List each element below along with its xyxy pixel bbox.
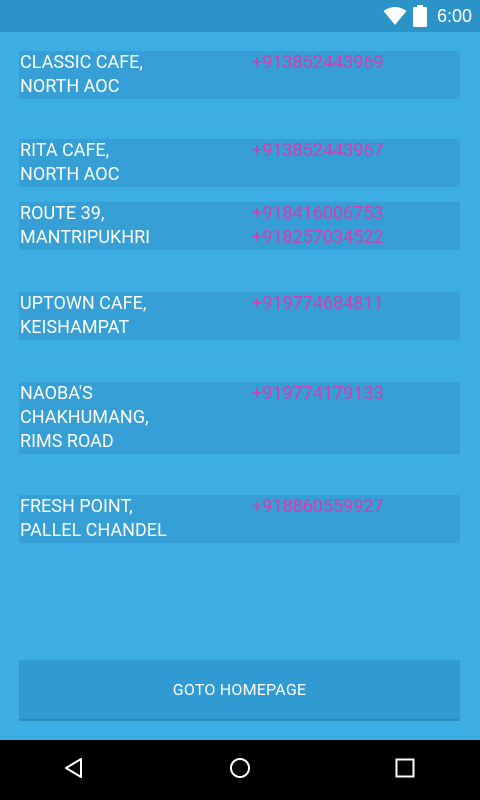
phone-number[interactable]: +918257034522 [252, 226, 452, 250]
cafe-name: CLASSIC CAFE, NORTH AOC [20, 52, 143, 97]
back-button[interactable] [54, 750, 94, 790]
cafe-row: FRESH POINT, PALLEL CHANDEL +91886055992… [19, 495, 460, 543]
cafe-row: CLASSIC CAFE, NORTH AOC +913852443969 [19, 51, 460, 99]
cafe-row: ROUTE 39, MANTRIPUKHRI +918416006753 +91… [19, 202, 460, 250]
phone-list: +913852443969 [252, 51, 452, 75]
recents-icon [393, 756, 417, 784]
phone-number[interactable]: +919774684811 [252, 292, 452, 316]
cafe-name: RITA CAFE, NORTH AOC [20, 140, 120, 185]
back-icon [62, 756, 86, 784]
phone-list: +913852443967 [252, 139, 452, 163]
home-icon [228, 756, 252, 784]
cafe-name: FRESH POINT, PALLEL CHANDEL [20, 496, 167, 541]
wifi-icon [383, 6, 407, 26]
status-icons: 6:00 [383, 4, 472, 28]
cafe-name: NAOBA'S CHAKHUMANG, RIMS ROAD [20, 383, 149, 452]
status-bar: 6:00 [0, 0, 480, 32]
goto-homepage-button[interactable]: GOTO HOMEPAGE [19, 660, 460, 721]
phone-number[interactable]: +913852443967 [252, 139, 452, 163]
home-button[interactable] [220, 750, 260, 790]
cafe-name: ROUTE 39, MANTRIPUKHRI [20, 203, 151, 248]
phone-list: +919774684811 [252, 292, 452, 316]
cafe-name: UPTOWN CAFE, KEISHAMPAT [20, 293, 147, 338]
clock: 6:00 [436, 5, 472, 26]
cafe-row: RITA CAFE, NORTH AOC +913852443967 [19, 139, 460, 187]
phone-list: +918416006753 +918257034522 [252, 202, 452, 250]
navigation-bar [0, 740, 480, 800]
cafe-list: CLASSIC CAFE, NORTH AOC +913852443969 RI… [0, 32, 480, 740]
phone-list: +919774179133 [252, 382, 452, 406]
phone-number[interactable]: +918860559927 [252, 495, 452, 519]
recents-button[interactable] [385, 750, 425, 790]
phone-number[interactable]: +913852443969 [252, 51, 452, 75]
battery-icon [412, 5, 427, 27]
cafe-row: NAOBA'S CHAKHUMANG, RIMS ROAD +919774179… [19, 382, 460, 454]
phone-number[interactable]: +919774179133 [252, 382, 452, 406]
cafe-row: UPTOWN CAFE, KEISHAMPAT +919774684811 [19, 292, 460, 340]
phone-number[interactable]: +918416006753 [252, 202, 452, 226]
phone-list: +918860559927 [252, 495, 452, 519]
